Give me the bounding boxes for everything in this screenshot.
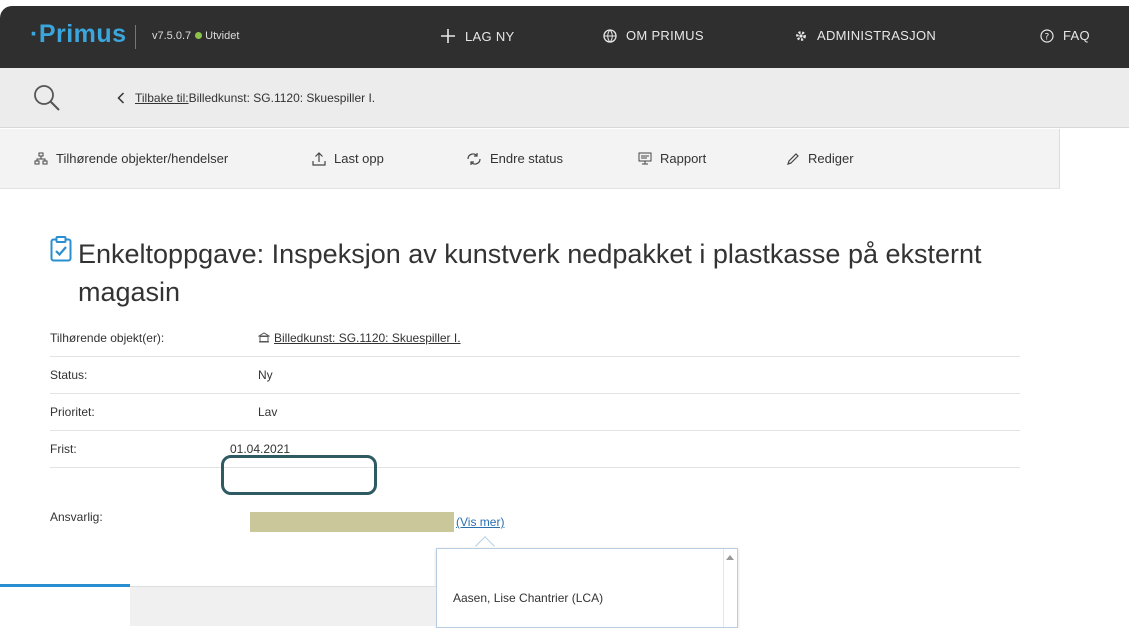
chevron-left-icon	[117, 92, 125, 104]
globe-icon	[603, 28, 617, 43]
toolbar-rapport-label: Rapport	[660, 151, 707, 166]
bottom-tab-active[interactable]	[0, 584, 130, 624]
pencil-icon	[787, 152, 799, 165]
status-value: Ny	[258, 368, 273, 382]
field-row-status: Status: Ny	[50, 357, 1020, 394]
header-divider	[135, 25, 136, 49]
breadcrumb-bar: Tilbake til:Billedkunst: SG.1120: Skuesp…	[0, 68, 1129, 128]
related-object-label: Billedkunst: SG.1120: Skuespiller I.	[274, 331, 461, 345]
back-link[interactable]: Tilbake til:Billedkunst: SG.1120: Skuesp…	[117, 91, 375, 105]
toolbar-rediger[interactable]: Rediger	[786, 151, 854, 166]
nav-administrasjon[interactable]: ADMINISTRASJON	[794, 28, 936, 43]
field-label: Prioritet:	[50, 405, 95, 419]
field-row-tilhorende-objekt: Tilhørende objekt(er): Billedkunst: SG.1…	[50, 320, 1020, 357]
help-circle-icon: ?	[1040, 28, 1054, 43]
nav-lag-ny-label: LAG NY	[465, 28, 515, 44]
version-number: v7.5.0.7	[152, 30, 192, 42]
action-toolbar: Tilhørende objekter/hendelser Last opp E…	[0, 129, 1060, 189]
toolbar-last-opp-label: Last opp	[334, 151, 384, 166]
toolbar-last-opp[interactable]: Last opp	[312, 151, 384, 166]
deadline-value: 01.04.2021	[230, 442, 291, 456]
vis-mer-link[interactable]: (Vis mer)	[456, 515, 504, 529]
priority-value: Lav	[258, 405, 278, 419]
toolbar-rediger-label: Rediger	[808, 151, 854, 166]
back-link-target: Billedkunst: SG.1120: Skuespiller I.	[188, 91, 376, 105]
clipboard-check-icon	[50, 236, 72, 262]
upload-icon	[312, 151, 326, 166]
report-icon	[638, 152, 652, 164]
field-label: Tilhørende objekt(er):	[50, 331, 165, 345]
status-cycle-icon	[467, 152, 481, 165]
svg-text:?: ?	[1044, 32, 1049, 42]
field-row-ansvarlig: Ansvarlig:	[50, 468, 1020, 524]
toolbar-tilhorende-label: Tilhørende objekter/hendelser	[56, 151, 229, 166]
status-dot-icon	[195, 32, 203, 40]
scroll-up-icon[interactable]	[726, 555, 734, 560]
version-info: v7.5.0.7 Utvidet	[152, 30, 239, 42]
popup-scrollbar[interactable]	[723, 549, 737, 627]
sitemap-icon	[34, 152, 48, 164]
field-label: Status:	[50, 368, 88, 382]
toolbar-tilhorende-objekter[interactable]: Tilhørende objekter/hendelser	[34, 151, 228, 166]
edition-label: Utvidet	[205, 30, 240, 42]
back-link-prefix: Tilbake til:	[135, 91, 189, 105]
nav-faq-label: FAQ	[1063, 28, 1090, 43]
museum-icon	[257, 332, 271, 343]
nav-om-primus-label: OM PRIMUS	[626, 28, 704, 43]
responsible-popup: Aasen, Lise Chantrier (LCA)	[436, 548, 738, 628]
toolbar-endre-status-label: Endre status	[490, 151, 563, 166]
gear-icon	[796, 30, 806, 41]
field-label: Frist:	[50, 442, 77, 456]
top-navigation-bar: ·Primus v7.5.0.7 Utvidet LAG NY OM PRIMUS…	[0, 6, 1129, 68]
related-object-link[interactable]: Billedkunst: SG.1120: Skuespiller I.	[257, 331, 461, 345]
page-title: Enkeltoppgave: Inspeksjon av kunstverk n…	[78, 239, 982, 307]
field-row-prioritet: Prioritet: Lav	[50, 394, 1020, 431]
plus-icon	[441, 29, 455, 43]
primus-logo[interactable]: ·Primus	[30, 20, 127, 49]
toolbar-endre-status[interactable]: Endre status	[466, 151, 563, 166]
nav-faq[interactable]: ? FAQ	[1040, 28, 1090, 43]
bottom-tab-inactive[interactable]	[130, 586, 436, 626]
nav-om-primus[interactable]: OM PRIMUS	[603, 28, 704, 43]
nav-lag-ny[interactable]: LAG NY	[440, 28, 514, 44]
field-row-frist: Frist: 01.04.2021	[50, 431, 1020, 468]
search-icon[interactable]	[32, 83, 62, 113]
redacted-responsible	[250, 512, 454, 532]
popup-list-item[interactable]: Aasen, Lise Chantrier (LCA)	[453, 591, 603, 605]
field-label: Ansvarlig:	[50, 510, 103, 524]
toolbar-rapport[interactable]: Rapport	[638, 151, 706, 166]
nav-administrasjon-label: ADMINISTRASJON	[817, 28, 937, 43]
